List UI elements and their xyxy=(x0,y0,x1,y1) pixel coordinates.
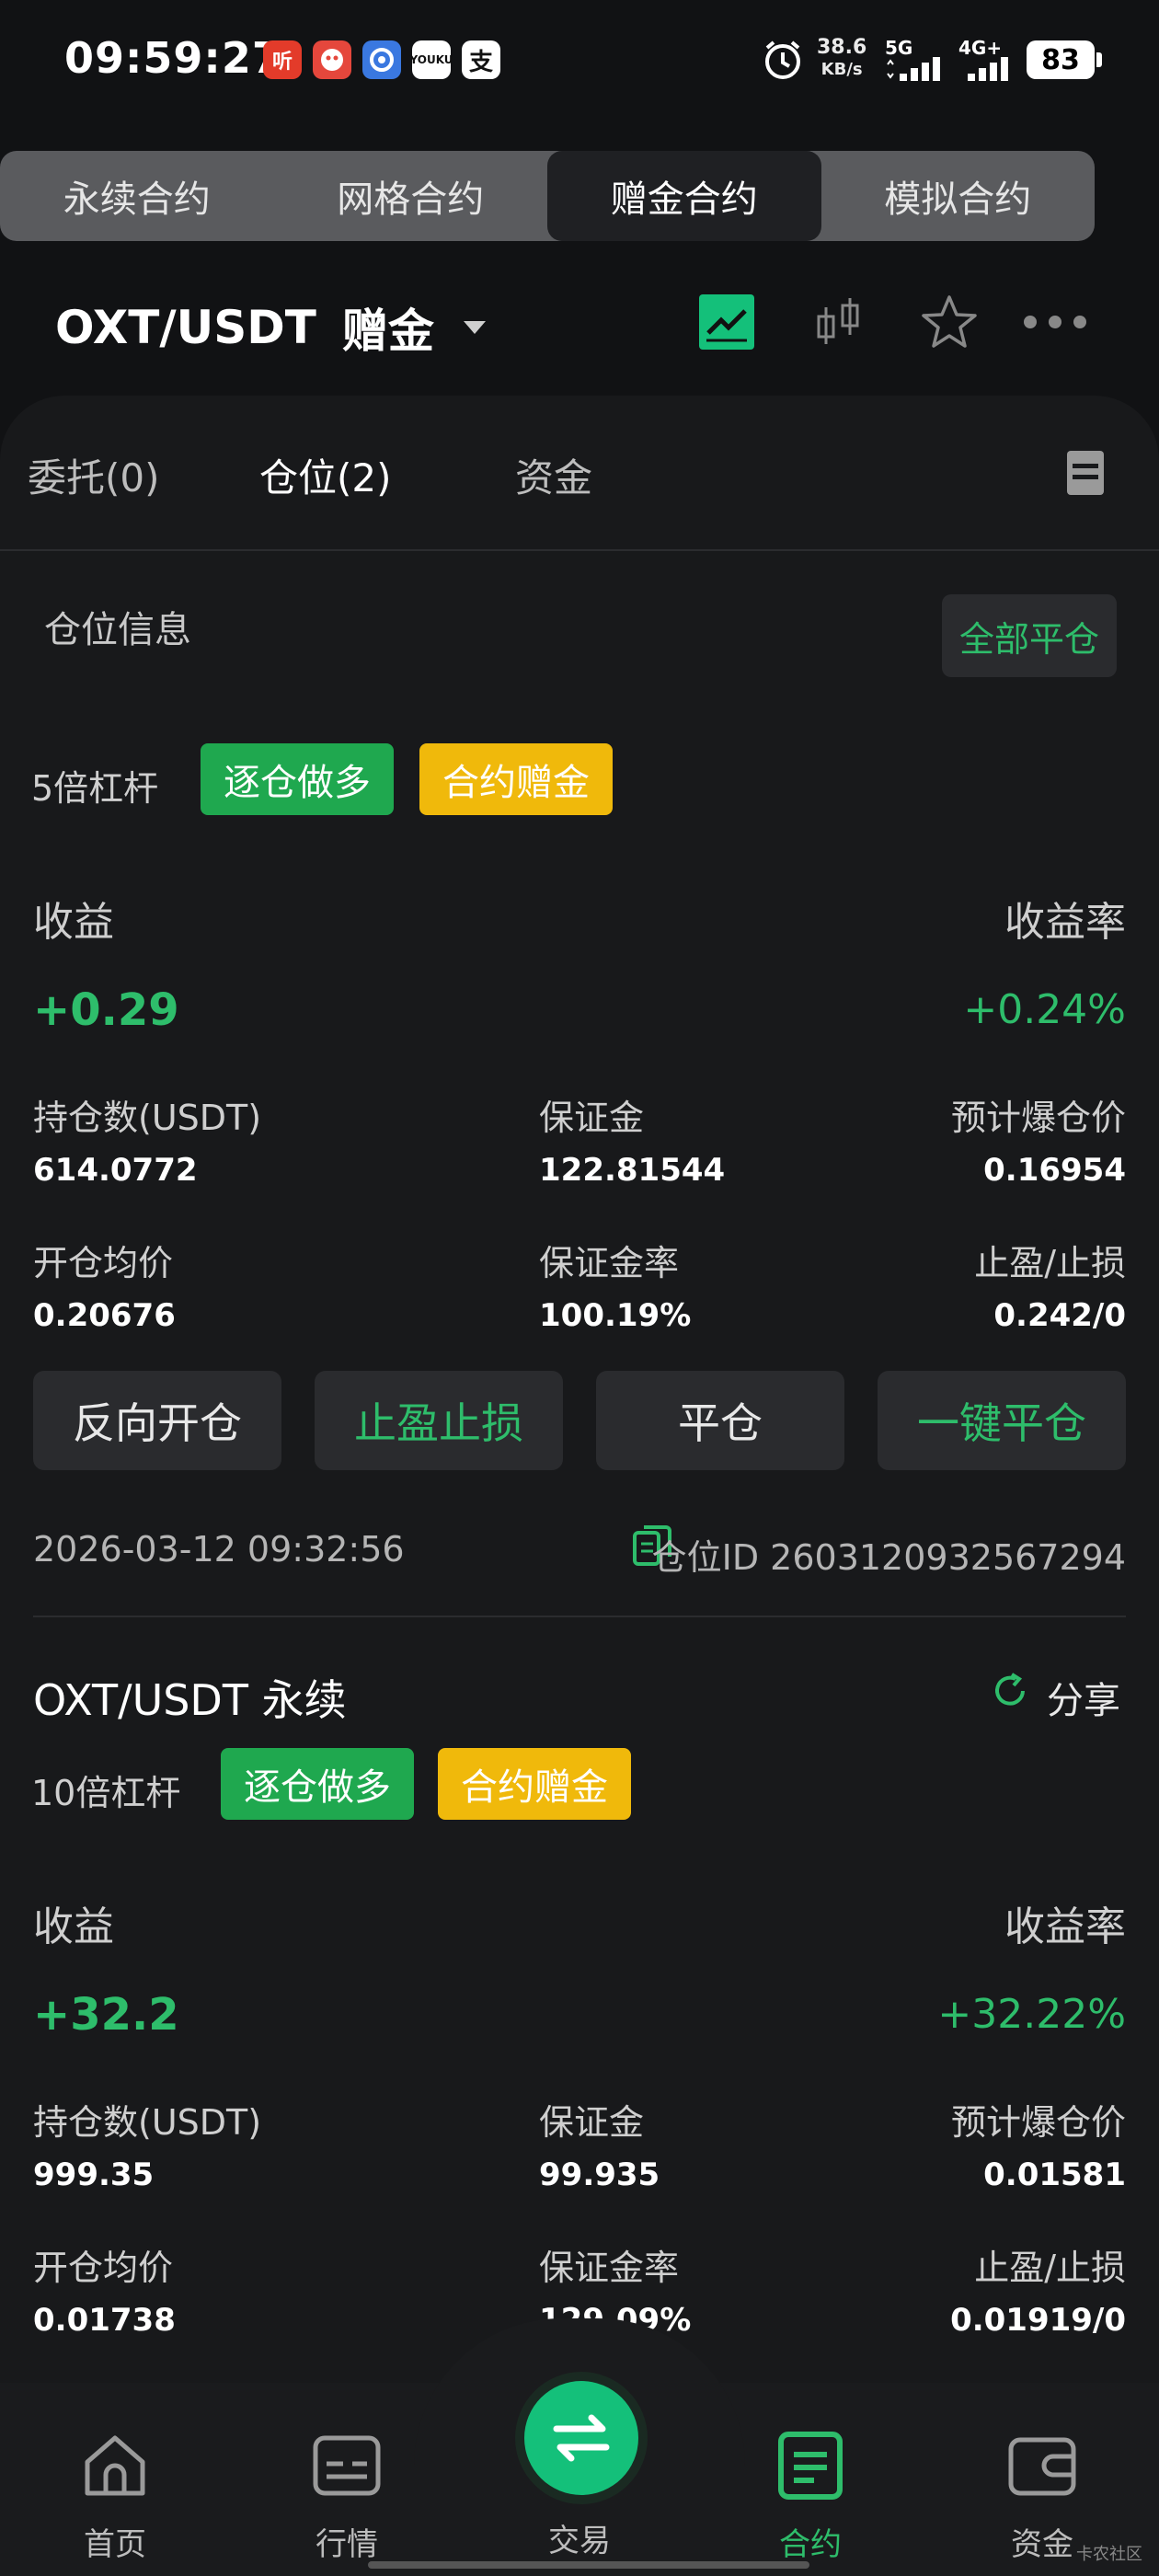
position-1-roe: +0.24% xyxy=(963,986,1126,1033)
tab-positions[interactable]: 仓位(2) xyxy=(259,447,392,503)
close-position-button[interactable]: 平仓 xyxy=(596,1371,844,1470)
trade-button[interactable] xyxy=(524,2381,638,2495)
quick-close-button[interactable]: 一键平仓 xyxy=(878,1371,1126,1470)
position-2-margin-label: 保证金 xyxy=(539,2102,645,2143)
position-1-pnl-label: 收益 xyxy=(33,899,114,946)
nav-trade-label[interactable]: 交易 xyxy=(515,2515,644,2560)
nav-market-label: 行情 xyxy=(316,2526,378,2563)
symbol-mode: 赠金 xyxy=(341,305,434,358)
position-2-margin: 99.935 xyxy=(539,2156,660,2193)
position-1-size: 614.0772 xyxy=(33,1152,198,1189)
nav-market[interactable]: 行情 xyxy=(278,2429,416,2564)
position-2-side-tag: 逐仓做多 xyxy=(221,1748,414,1820)
position-1-liq-label: 预计爆仓价 xyxy=(950,1098,1126,1138)
position-1-pnl: +0.29 xyxy=(33,984,179,1036)
position-2-symbol: OXT/USDT 永续 xyxy=(33,1675,347,1725)
position-1-side-tag: 逐仓做多 xyxy=(201,743,394,815)
position-1-time: 2026-03-12 09:32:56 xyxy=(33,1529,405,1570)
close-all-button[interactable]: 全部平仓 xyxy=(942,594,1117,677)
home-indicator[interactable] xyxy=(368,2561,809,2569)
share-icon[interactable] xyxy=(990,1671,1030,1715)
more-icon[interactable] xyxy=(1021,293,1089,351)
line-chart-icon[interactable] xyxy=(697,293,756,351)
position-2-entry: 0.01738 xyxy=(33,2302,176,2339)
position-2-roe: +32.22% xyxy=(937,1991,1126,2038)
nav-contract-label: 合约 xyxy=(779,2526,842,2563)
home-icon xyxy=(85,2435,145,2496)
reverse-open-button[interactable]: 反向开仓 xyxy=(33,1371,281,1470)
position-1-size-label: 持仓数(USDT) xyxy=(33,1098,262,1138)
star-icon[interactable] xyxy=(920,293,979,351)
position-1-tpsl: 0.242/0 xyxy=(993,1297,1126,1334)
symbol-name: OXT/USDT xyxy=(55,301,316,354)
position-2-entry-label: 开仓均价 xyxy=(33,2248,174,2288)
nav-home-label: 首页 xyxy=(84,2526,146,2563)
position-2-size-label: 持仓数(USDT) xyxy=(33,2102,262,2143)
nav-home[interactable]: 首页 xyxy=(46,2429,184,2564)
position-1-margin-ratio-label: 保证金率 xyxy=(539,1243,680,1283)
position-1-margin: 122.81544 xyxy=(539,1152,726,1189)
tab-grid[interactable]: 网格合约 xyxy=(274,151,548,241)
position-2-liq-label: 预计爆仓价 xyxy=(950,2102,1126,2143)
position-1-liq: 0.16954 xyxy=(983,1152,1126,1189)
position-2-margin-ratio-label: 保证金率 xyxy=(539,2248,680,2288)
tab-orders[interactable]: 委托(0) xyxy=(28,447,160,503)
section-title: 仓位信息 xyxy=(44,609,191,651)
position-2-pnl-label: 收益 xyxy=(33,1903,114,1950)
position-divider xyxy=(33,1616,1126,1617)
symbol-selector[interactable]: OXT/USDT 赠金 xyxy=(55,294,486,361)
position-1-margin-label: 保证金 xyxy=(539,1098,645,1138)
nav-contract[interactable]: 合约 xyxy=(741,2429,879,2564)
status-time: 09:59:27 xyxy=(64,33,282,83)
tabs-divider xyxy=(0,549,1159,551)
network-speed: 38.6 KB/s xyxy=(817,36,867,80)
watermark: 卡农社区 xyxy=(1076,2545,1142,2564)
position-1-id: 仓位ID 2603120932567294 xyxy=(651,1537,1126,1578)
position-2-pnl: +32.2 xyxy=(33,1989,179,2041)
listen-app-icon: 听 xyxy=(263,40,302,79)
tab-bonus[interactable]: 赠金合约 xyxy=(547,151,821,241)
alarm-icon xyxy=(760,37,806,86)
position-1-roe-label: 收益率 xyxy=(1004,899,1126,946)
tab-funds[interactable]: 资金 xyxy=(515,447,592,503)
contract-icon xyxy=(778,2432,843,2500)
signal-4g-icon xyxy=(962,57,1014,85)
position-2-size: 999.35 xyxy=(33,2156,155,2193)
battery-indicator: 83 xyxy=(1027,40,1102,79)
position-1-bonus-tag: 合约赠金 xyxy=(419,743,613,815)
network-type-4g: 4G+ xyxy=(958,37,1003,59)
contract-type-tabs: 永续合约 网格合约 赠金合约 模拟合约 xyxy=(0,151,1095,241)
position-1-entry-label: 开仓均价 xyxy=(33,1243,174,1283)
signal-5g-icon xyxy=(885,57,946,85)
tab-simulated[interactable]: 模拟合约 xyxy=(821,151,1096,241)
youku-app-icon: YOUKU xyxy=(409,40,453,79)
avatar-app-icon xyxy=(313,40,351,79)
position-2-bonus-tag: 合约赠金 xyxy=(438,1748,631,1820)
position-1-tpsl-label: 止盈/止损 xyxy=(974,1243,1126,1283)
position-2-roe-label: 收益率 xyxy=(1004,1903,1126,1950)
position-2-tpsl-label: 止盈/止损 xyxy=(974,2248,1126,2288)
position-2-liq: 0.01581 xyxy=(983,2156,1126,2193)
position-1-entry: 0.20676 xyxy=(33,1297,176,1334)
position-2-tpsl: 0.01919/0 xyxy=(950,2302,1126,2339)
position-2-leverage: 10倍杠杆 xyxy=(31,1773,181,1813)
document-icon[interactable] xyxy=(1065,449,1106,500)
position-1-leverage: 5倍杠杆 xyxy=(31,768,159,809)
alipay-app-icon: 支 xyxy=(462,40,500,79)
swap-icon xyxy=(553,2414,610,2462)
tp-sl-button[interactable]: 止盈止损 xyxy=(315,1371,563,1470)
tab-perpetual[interactable]: 永续合约 xyxy=(0,151,274,241)
network-type-5g: 5G xyxy=(885,37,913,59)
wallet-icon xyxy=(1008,2437,1076,2496)
market-icon xyxy=(313,2435,381,2496)
candlestick-icon[interactable] xyxy=(809,293,868,351)
dropdown-caret-icon xyxy=(463,321,486,334)
browser-app-icon xyxy=(362,40,401,79)
share-button[interactable]: 分享 xyxy=(1047,1671,1120,1724)
position-1-margin-ratio: 100.19% xyxy=(539,1297,692,1334)
